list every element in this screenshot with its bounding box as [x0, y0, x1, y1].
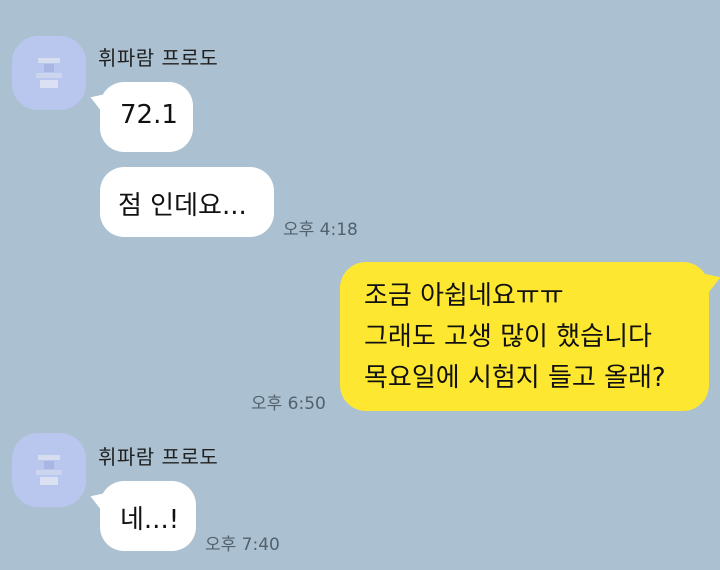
message-bubble[interactable]: 72.1 — [100, 82, 193, 152]
message-text: 목요일에 시험지 들고 올래? — [364, 363, 666, 393]
message-timestamp: 오후 7:40 — [205, 535, 280, 555]
sender-name: 휘파람 프로도 — [98, 46, 219, 70]
message-text: 점 인데요... — [118, 191, 247, 221]
message-text: 그래도 고생 많이 했습니다 — [364, 322, 652, 352]
avatar-placeholder-icon — [34, 56, 64, 90]
message-text: 네...! — [120, 505, 180, 535]
sender-name: 휘파람 프로도 — [98, 445, 219, 469]
message-bubble[interactable]: 점 인데요... — [100, 167, 274, 237]
message-timestamp: 오후 4:18 — [283, 220, 358, 240]
message-text: 조금 아쉽네요ㅠㅠ — [364, 281, 564, 311]
my-message-bubble[interactable]: 조금 아쉽네요ㅠㅠ 그래도 고생 많이 했습니다 목요일에 시험지 들고 올래? — [340, 262, 709, 411]
message-bubble[interactable]: 네...! — [100, 481, 196, 551]
sender-avatar[interactable] — [12, 433, 86, 507]
message-text: 72.1 — [120, 100, 178, 130]
sender-avatar[interactable] — [12, 36, 86, 110]
message-timestamp: 오후 6:50 — [251, 394, 326, 414]
avatar-placeholder-icon — [34, 453, 64, 487]
